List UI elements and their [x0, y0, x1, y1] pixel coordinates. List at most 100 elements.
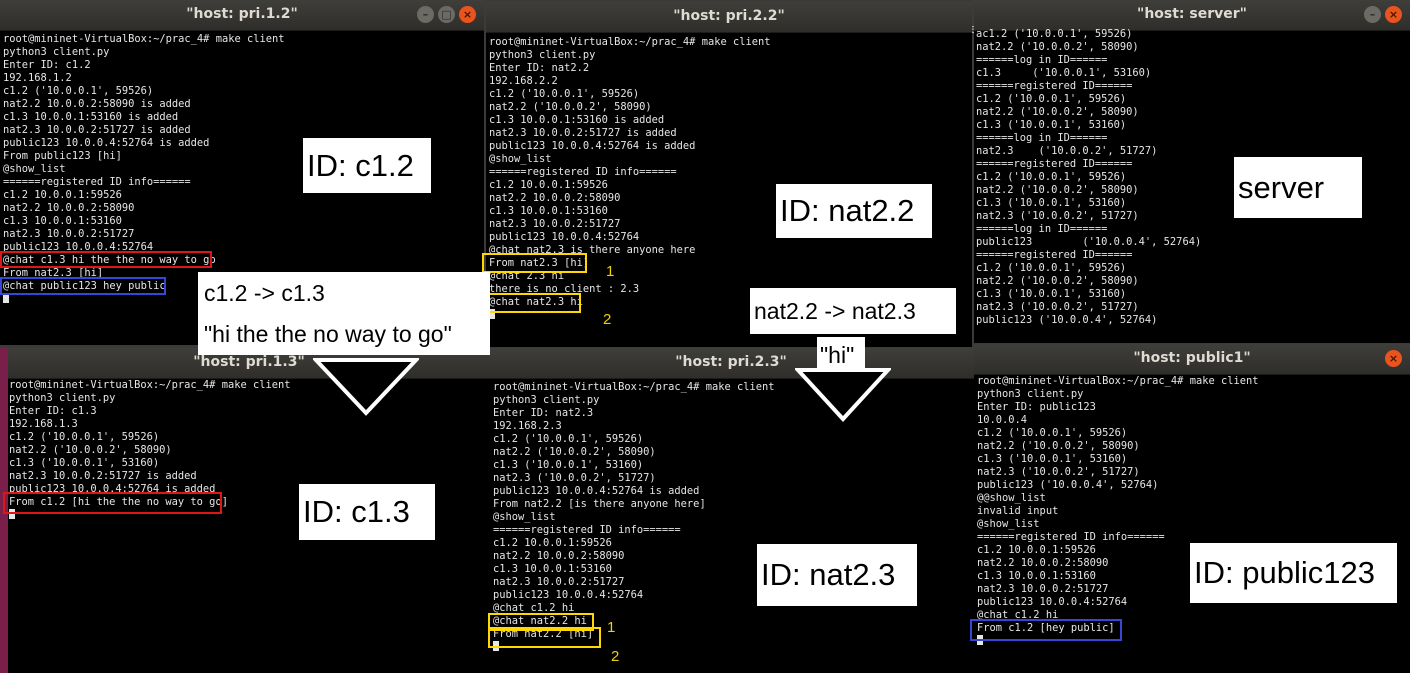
annotation-id-c12: ID: c1.2	[303, 138, 431, 193]
terminal-line: nat2.3 10.0.0.2:51727 is added	[489, 127, 677, 139]
window-title: "host: pri.2.2"	[673, 8, 785, 24]
terminal-line: nat2.2 ('10.0.0.2', 58090)	[976, 41, 1139, 53]
terminal-line: c1.3 10.0.0.1:53160 is added	[489, 114, 665, 126]
terminal-line: python3 client.py	[493, 394, 600, 406]
terminal-line: @show_list	[493, 511, 556, 523]
window-title: "host: pri.2.3"	[675, 354, 787, 370]
minimize-button[interactable]: –	[1364, 6, 1381, 23]
terminal-line: ======registered ID======	[976, 249, 1133, 261]
terminal-line: 192.168.1.3	[9, 418, 78, 430]
marker-number-1: 1	[607, 619, 616, 636]
highlight-from-nat22	[488, 627, 601, 648]
terminal-line: Enter ID: public123	[977, 401, 1096, 413]
terminal-line: nat2.3 ('10.0.0.2', 51727)	[493, 472, 656, 484]
titlebar[interactable]: "host: pri.1.2" – □ ×	[0, 0, 484, 31]
terminal-line: public123 ('10.0.0.4', 52764)	[976, 314, 1158, 326]
titlebar[interactable]: "host: pri.2.2"	[486, 2, 972, 33]
annotation-server: server	[1234, 157, 1362, 218]
terminal-line: c1.3 ('10.0.0.1', 53160)	[9, 457, 160, 469]
terminal-line: c1.2 ('10.0.0.1', 59526)	[976, 93, 1127, 105]
terminal-line: 192.168.1.2	[3, 72, 72, 84]
terminal-line: ======log in ID======	[976, 223, 1108, 235]
terminal-line: python3 client.py	[977, 388, 1084, 400]
terminal-line: ======log in ID======	[976, 54, 1108, 66]
terminal-line: public123 10.0.0.4:52764 is added	[493, 485, 700, 497]
terminal-line: ======registered ID info======	[493, 524, 681, 536]
terminal-line: public123 ('10.0.0.4', 52764)	[977, 479, 1159, 491]
window-title: "host: pri.1.2"	[186, 6, 298, 22]
terminal-line: nat2.2 ('10.0.0.2', 58090)	[977, 440, 1140, 452]
minimize-button[interactable]: –	[417, 6, 434, 23]
terminal-line: c1.2 ('10.0.0.1', 59526)	[977, 427, 1128, 439]
terminal-line: @show_list	[489, 153, 552, 165]
terminal-line: ======registered ID======	[976, 80, 1133, 92]
terminal-line: nat2.2 ('10.0.0.2', 58090)	[976, 275, 1139, 287]
terminal-line: nat2.2 ('10.0.0.2', 58090)	[489, 101, 652, 113]
terminal-line: nat2.2 ('10.0.0.2', 58090)	[493, 446, 656, 458]
terminal-line: c1.3 ('10.0.0.1', 53160)	[977, 453, 1128, 465]
down-arrow-icon	[795, 368, 891, 422]
titlebar[interactable]: "host: server" – ×	[974, 0, 1410, 31]
terminal-line: python3 client.py	[3, 46, 110, 58]
down-arrow-icon	[313, 358, 419, 416]
terminal-line: nat2.3 ('10.0.0.2', 51727)	[976, 301, 1139, 313]
terminal-line: public123 ('10.0.0.4', 52764)	[976, 236, 1202, 248]
terminal-line: 192.168.2.2	[489, 75, 558, 87]
close-button[interactable]: ×	[1385, 350, 1402, 367]
terminal-line: nat2.3 10.0.0.2:51727 is added	[9, 470, 197, 482]
window-title: "host: server"	[1137, 6, 1247, 22]
terminal-line: Enter ID: c1.2	[3, 59, 91, 71]
terminal-line: nat2.2 10.0.0.2:58090	[3, 202, 135, 214]
terminal-line: nat2.3 ('10.0.0.2', 51727)	[977, 466, 1140, 478]
terminal-line: @@show_list	[977, 492, 1046, 504]
highlight-chat-nat23	[482, 293, 581, 313]
annotation-id-nat23: ID: nat2.3	[757, 544, 917, 606]
highlight-from-nat23	[482, 253, 587, 273]
terminal-line: invalid input	[977, 505, 1059, 517]
terminal-line: c1.2 ('10.0.0.1', 59526)	[489, 88, 640, 100]
terminal-line: root@mininet-VirtualBox:~/prac_4# make c…	[977, 375, 1259, 387]
marker-number-2: 2	[603, 311, 612, 328]
terminal-line: ac1.2 ('10.0.0.1', 59526)	[976, 28, 1133, 40]
marker-number-2: 2	[611, 648, 620, 665]
marker-number-1: 1	[606, 263, 615, 280]
highlight-from-c12-public	[970, 619, 1122, 641]
terminal-line: c1.2 ('10.0.0.1', 59526)	[3, 85, 154, 97]
terminal-line: public123 10.0.0.4:52764 is added	[489, 140, 696, 152]
titlebar[interactable]: "host: pri.2.3"	[487, 348, 975, 379]
titlebar[interactable]: "host: public1" ×	[974, 344, 1410, 375]
terminal-line: nat2.2 ('10.0.0.2', 58090)	[9, 444, 172, 456]
highlight-from-c12	[3, 492, 222, 514]
terminal-line: ======registered ID info======	[489, 166, 677, 178]
terminal-line: c1.2 ('10.0.0.1', 59526)	[493, 433, 644, 445]
terminal-line: nat2.2 ('10.0.0.2', 58090)	[976, 106, 1139, 118]
annotation-id-c13: ID: c1.3	[299, 484, 435, 540]
annotation-id-public123: ID: public123	[1190, 543, 1397, 603]
terminal-line: root@mininet-VirtualBox:~/prac_4# make c…	[3, 33, 285, 45]
terminal-line: From nat2.2 [is there anyone here]	[493, 498, 706, 510]
terminal-line: c1.3 ('10.0.0.1', 53160)	[976, 67, 1152, 79]
terminal-line: c1.3 ('10.0.0.1', 53160)	[493, 459, 644, 471]
terminal-line: @show_list	[977, 518, 1040, 530]
terminal-line: root@mininet-VirtualBox:~/prac_4# make c…	[489, 36, 771, 48]
terminal-line: nat2.3 10.0.0.2:51727	[3, 228, 135, 240]
terminal-line: nat2.3 10.0.0.2:51727 is added	[3, 124, 191, 136]
terminal-line: c1.2 ('10.0.0.1', 59526)	[9, 431, 160, 443]
terminal-line: ======log in ID======	[976, 132, 1108, 144]
terminal-line: Enter ID: nat2.3	[493, 407, 594, 419]
annotation-c12-message: "hi the the no way to go"	[198, 313, 490, 355]
close-button[interactable]: ×	[1385, 6, 1402, 23]
annotation-nat22-to-nat23: nat2.2 -> nat2.3	[750, 288, 956, 334]
terminal-line: c1.3 ('10.0.0.1', 53160)	[976, 119, 1127, 131]
annotation-id-nat22: ID: nat2.2	[776, 184, 932, 238]
terminal-line: Enter ID: nat2.2	[489, 62, 590, 74]
terminal-line: c1.3 ('10.0.0.1', 53160)	[976, 288, 1127, 300]
maximize-button[interactable]: □	[438, 6, 455, 23]
close-button[interactable]: ×	[459, 6, 476, 23]
terminal-line: c1.3 10.0.0.1:53160 is added	[3, 111, 179, 123]
terminal-line: 192.168.2.3	[493, 420, 562, 432]
terminal-line: root@mininet-VirtualBox:~/prac_4# make c…	[493, 381, 775, 393]
terminal-line: c1.2 ('10.0.0.1', 59526)	[976, 262, 1127, 274]
annotation-c12-to-c13: c1.2 -> c1.3	[198, 272, 490, 314]
terminal-line: 10.0.0.4	[977, 414, 1028, 426]
